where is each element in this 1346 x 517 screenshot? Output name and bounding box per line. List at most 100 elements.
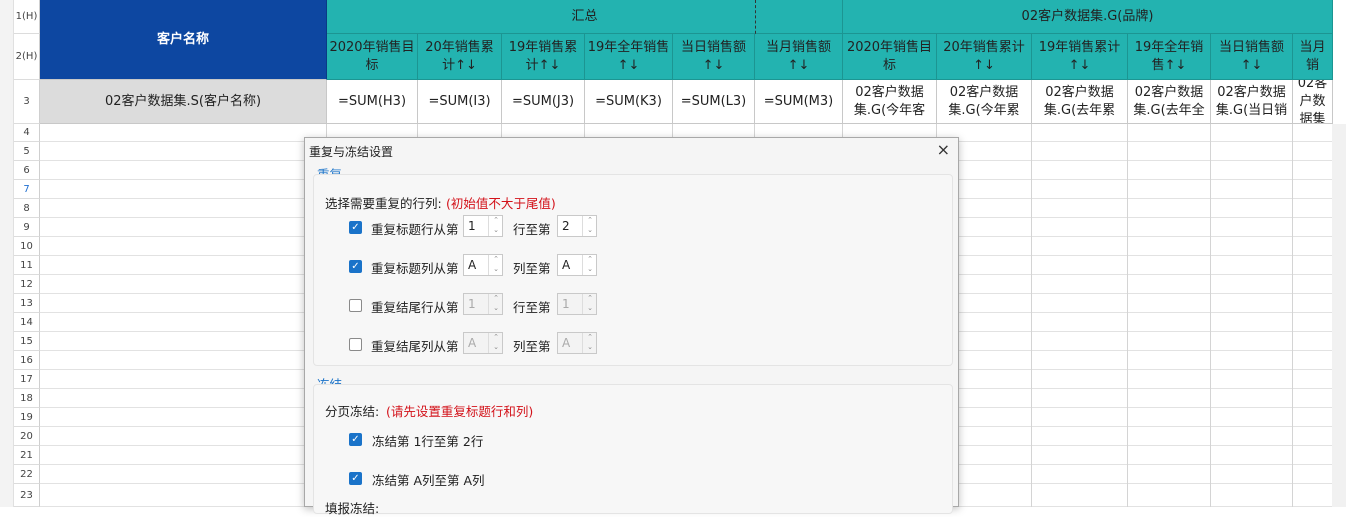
spin-up-icon[interactable]: ⌃ [490,216,502,225]
row-header[interactable]: 5 [14,142,40,161]
row-header[interactable]: 15 [14,332,40,351]
brand-value-cell[interactable]: 02客户数据集.G(去年累 [1032,80,1128,124]
repeat-to-spinner[interactable]: 1 ⌃ ⌄ [557,293,597,315]
spin-up-icon[interactable]: ⌃ [584,216,596,225]
row-header[interactable]: 9 [14,218,40,237]
subheader-cell[interactable]: 2020年销售目标 [843,34,937,80]
subheader-cell[interactable]: 当月销 [1293,34,1333,80]
repeat-label: 重复结尾列从第 [371,339,459,354]
row-header[interactable]: 21 [14,446,40,465]
vertical-scrollbar[interactable] [1332,124,1346,507]
spinner-value: 1 [468,219,476,233]
grid-col-line [1031,124,1032,507]
row-header[interactable]: 13 [14,294,40,313]
subheader-cell[interactable]: 20年销售累计↑↓ [937,34,1032,80]
subheader-cell[interactable]: 当日销售额↑↓ [673,34,755,80]
brand-value-cell[interactable]: 02客户数据集.G(去年全 [1128,80,1211,124]
freeze-cols-checkbox[interactable]: ✓ [349,472,362,485]
repeat-checkbox[interactable]: ✓ [349,221,362,234]
formula-cell[interactable]: =SUM(M3) [755,80,843,124]
subheader-cell[interactable]: 19年全年销售↑↓ [585,34,673,80]
repeat-checkbox[interactable] [349,299,362,312]
spin-down-icon[interactable]: ⌄ [490,304,502,313]
spin-down-icon[interactable]: ⌄ [584,304,596,313]
repeat-to-spinner[interactable]: A ⌃ ⌄ [557,254,597,276]
freeze-rows-checkbox[interactable]: ✓ [349,433,362,446]
brand-value-cell[interactable]: 02客户数据集 [1293,80,1333,124]
freeze-prompt: 分页冻结: [325,404,380,419]
spinner-value: 1 [562,297,570,311]
repeat-from-spinner[interactable]: A ⌃ ⌄ [463,332,503,354]
spinner-value: A [468,336,477,350]
grid-col-line [1127,124,1128,507]
row-header[interactable]: 12 [14,275,40,294]
subheader-cell[interactable]: 19年销售累计↑↓ [1032,34,1128,80]
row-header[interactable]: 23 [14,484,40,507]
formula-cell[interactable]: =SUM(J3) [502,80,585,124]
formula-cell[interactable]: =SUM(K3) [585,80,673,124]
brand-value-cell[interactable]: 02客户数据集.G(今年客 [843,80,937,124]
spin-down-icon[interactable]: ⌄ [584,265,596,274]
subheader-cell[interactable]: 当月销售额↑↓ [755,34,843,80]
spinner-value: A [562,258,571,272]
row-header[interactable]: 4 [14,124,40,142]
row-header[interactable]: 19 [14,408,40,427]
row-header[interactable]: 8 [14,199,40,218]
subheader-cell[interactable]: 2020年销售目标 [327,34,418,80]
spin-up-icon[interactable]: ⌃ [584,255,596,264]
row-header[interactable]: 10 [14,237,40,256]
repeat-to-spinner[interactable]: A ⌃ ⌄ [557,332,597,354]
brand-value-cell[interactable]: 02客户数据集.G(当日销 [1211,80,1293,124]
spin-down-icon[interactable]: ⌄ [490,226,502,235]
repeat-hint: (初始值不大于尾值) [446,196,556,211]
dialog-title: 重复与冻结设置 [309,145,394,159]
spin-up-icon[interactable]: ⌃ [490,255,502,264]
subheader-cell[interactable]: 19年销售累计↑↓ [502,34,585,80]
formula-cell[interactable]: =SUM(H3) [327,80,418,124]
subheader-cell[interactable]: 20年销售累计↑↓ [418,34,502,80]
repeat-label: 重复结尾行从第 [371,300,459,315]
freeze-hint: (请先设置重复标题行和列) [386,404,534,419]
row-header[interactable]: 11 [14,256,40,275]
formula-cell[interactable]: =SUM(I3) [418,80,502,124]
formula-cell[interactable]: =SUM(L3) [673,80,755,124]
subheader-cell[interactable]: 19年全年销售↑↓ [1128,34,1211,80]
close-icon[interactable]: × [937,140,950,159]
grid-col-line [1210,124,1211,507]
spin-up-icon[interactable]: ⌃ [584,333,596,342]
repeat-from-spinner[interactable]: 1 ⌃ ⌄ [463,293,503,315]
row-header[interactable]: 2(H) [14,34,40,80]
row-header[interactable]: 7 [14,180,40,199]
repeat-checkbox[interactable]: ✓ [349,260,362,273]
spin-up-icon[interactable]: ⌃ [490,294,502,303]
subheader-cell[interactable]: 当日销售额↑↓ [1211,34,1293,80]
row-header[interactable]: 22 [14,465,40,484]
freeze-rows-label: 冻结第 1行至第 2行 [372,434,484,449]
spin-up-icon[interactable]: ⌃ [490,333,502,342]
repeat-to-spinner[interactable]: 2 ⌃ ⌄ [557,215,597,237]
row-header[interactable]: 18 [14,389,40,408]
spin-down-icon[interactable]: ⌄ [584,226,596,235]
spin-down-icon[interactable]: ⌄ [490,343,502,352]
grid-col-line [1292,124,1293,507]
spin-down-icon[interactable]: ⌄ [490,265,502,274]
header-summary-group[interactable]: 汇总 [327,0,843,34]
row-header[interactable]: 6 [14,161,40,180]
row-header[interactable]: 3 [14,80,40,124]
repeat-prompt: 选择需要重复的行列: [325,196,442,211]
repeat-from-spinner[interactable]: A ⌃ ⌄ [463,254,503,276]
repeat-checkbox[interactable] [349,338,362,351]
row-header[interactable]: 17 [14,370,40,389]
spin-down-icon[interactable]: ⌄ [584,343,596,352]
brand-value-cell[interactable]: 02客户数据集.G(今年累 [937,80,1032,124]
header-customer-name[interactable]: 客户名称 [40,0,327,80]
row-header[interactable]: 20 [14,427,40,446]
header-brand-group[interactable]: 02客户数据集.G(品牌) [843,0,1333,34]
row-header[interactable]: 1(H) [14,0,40,34]
row-header[interactable]: 14 [14,313,40,332]
repeat-label: 重复标题行从第 [371,222,459,237]
repeat-from-spinner[interactable]: 1 ⌃ ⌄ [463,215,503,237]
spin-up-icon[interactable]: ⌃ [584,294,596,303]
row3-customer-cell[interactable]: 02客户数据集.S(客户名称) [40,80,327,124]
row-header[interactable]: 16 [14,351,40,370]
